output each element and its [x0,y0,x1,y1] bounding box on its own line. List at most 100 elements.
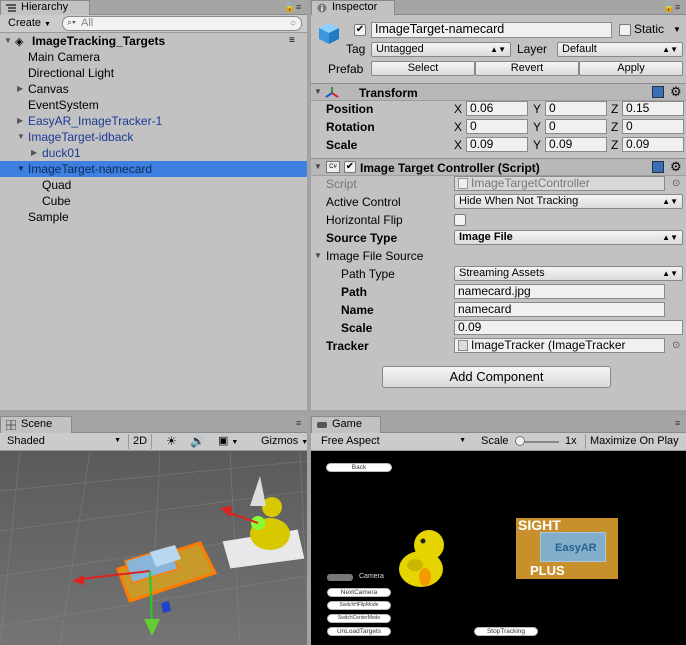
shading-dropdown[interactable]: Shaded ▼ [3,434,123,449]
z-label[interactable]: Z [611,136,618,154]
switch-hflip-button[interactable]: SwitchHFlipMode [327,601,391,610]
name-field[interactable]: namecard [454,302,665,317]
book-icon[interactable] [652,86,664,98]
foldout-open-icon[interactable]: ▼ [314,162,322,171]
camera-toggle[interactable] [327,574,353,581]
maximize-on-play-toggle[interactable]: Maximize On Play [585,434,683,449]
gizmos-dropdown[interactable]: Gizmos ▼ [257,434,307,449]
hierarchy-item[interactable]: Main Camera [0,49,307,65]
rotation-x-field[interactable]: 0 [466,119,528,134]
panel-menu-icon[interactable]: ≡ [296,418,302,428]
foldout-open-icon[interactable]: ▼ [17,161,25,177]
panel-menu-icon[interactable]: ≡ [675,2,681,12]
object-picker-icon[interactable]: ⊙ [672,337,680,355]
foldout-open-icon[interactable]: ▼ [314,247,322,265]
stop-tracking-button[interactable]: StopTracking [474,627,538,636]
gear-icon[interactable]: ⚙ [670,84,682,100]
z-label[interactable]: Z [611,118,618,136]
foldout-open-icon[interactable]: ▼ [314,87,322,96]
position-z-field[interactable]: 0.15 [622,101,684,116]
scene-menu-icon[interactable]: ≡ [289,33,295,49]
search-field[interactable]: ⌕▾ All ○ [62,16,302,31]
target-scale-field[interactable]: 0.09 [454,320,683,335]
x-label[interactable]: X [454,136,462,154]
foldout-closed-icon[interactable]: ▶ [31,145,37,161]
object-name-field[interactable]: ImageTarget-namecard [371,22,612,38]
game-viewport[interactable]: Back SIGHT EasyAR PLUS Camera NextCamera… [311,451,686,645]
switch-center-button[interactable]: SwitchCenterMode [327,614,391,623]
2d-toggle[interactable]: 2D [128,434,153,449]
source-type-dropdown[interactable]: Image File ▲▼ [454,230,683,245]
y-label[interactable]: Y [533,118,541,136]
scene-root-row[interactable]: ▼ ◈ ImageTracking_Targets ≡ [0,33,307,49]
audio-toggle-icon[interactable]: 🔊 [186,434,209,449]
position-y-field[interactable]: 0 [545,101,607,116]
gear-icon[interactable]: ⚙ [670,159,682,175]
lighting-toggle-icon[interactable]: ☀ [162,434,181,449]
hierarchy-item[interactable]: ▶ duck01 [0,145,307,161]
z-label[interactable]: Z [611,100,618,118]
tracker-field[interactable]: ImageTracker (ImageTracker [454,338,665,353]
unload-targets-button[interactable]: UnLoadTargets [327,627,391,636]
tab-game[interactable]: Game [311,416,381,433]
foldout-open-icon[interactable]: ▼ [17,129,25,145]
tab-inspector[interactable]: Inspector [311,0,395,15]
tab-hierarchy[interactable]: Hierarchy [0,0,90,15]
scale-slider[interactable] [515,436,559,446]
lock-icon[interactable]: 🔒 [284,2,296,13]
search-clear-icon[interactable]: ○ [290,17,296,30]
lock-icon[interactable]: 🔒 [663,2,675,13]
component-enabled-checkbox[interactable]: ✔ [344,161,356,173]
foldout-open-icon[interactable]: ▼ [4,33,12,49]
scene-viewport[interactable] [0,450,307,645]
layer-dropdown[interactable]: Default ▲▼ [557,42,683,57]
panel-menu-icon[interactable]: ≡ [296,2,302,12]
active-control-dropdown[interactable]: Hide When Not Tracking ▲▼ [454,194,683,209]
controller-header[interactable]: ▼ C# ✔ Image Target Controller (Script) … [311,158,686,176]
hierarchy-item[interactable]: EventSystem [0,97,307,113]
hierarchy-item[interactable]: ▶ Canvas [0,81,307,97]
hierarchy-item-selected[interactable]: ▼ ImageTarget-namecard [0,161,307,177]
add-component-button[interactable]: Add Component [382,366,611,388]
rotation-z-field[interactable]: 0 [622,119,684,134]
static-dropdown-icon[interactable]: ▼ [673,25,681,34]
rotation-y-field[interactable]: 0 [545,119,607,134]
scale-z-field[interactable]: 0.09 [622,137,684,152]
effects-dropdown-icon[interactable]: ▣ ▼ [214,434,242,449]
prefab-apply-button[interactable]: Apply [579,61,683,76]
tab-scene[interactable]: Scene [0,416,72,433]
position-x-field[interactable]: 0.06 [466,101,528,116]
static-checkbox[interactable] [619,24,631,36]
scale-x-field[interactable]: 0.09 [466,137,528,152]
foldout-closed-icon[interactable]: ▶ [17,81,23,97]
prefab-select-button[interactable]: Select [371,61,475,76]
hierarchy-item[interactable]: Directional Light [0,65,307,81]
y-label[interactable]: Y [533,136,541,154]
hierarchy-item[interactable]: ▶ EasyAR_ImageTracker-1 [0,113,307,129]
hierarchy-item[interactable]: Sample [0,209,307,225]
hierarchy-item[interactable]: ▼ ImageTarget-idback [0,129,307,145]
active-checkbox[interactable]: ✔ [354,24,366,36]
x-label[interactable]: X [454,118,462,136]
hierarchy-item[interactable]: Quad [0,177,307,193]
back-button[interactable]: Back [326,463,392,472]
aspect-dropdown[interactable]: Free Aspect ▼ [317,434,470,449]
tag-dropdown[interactable]: Untagged ▲▼ [371,42,511,57]
object-picker-icon[interactable]: ⊙ [672,175,680,193]
path-field[interactable]: namecard.jpg [454,284,665,299]
create-button[interactable]: Create ▼ [4,16,55,31]
next-camera-button[interactable]: NextCamera [327,588,391,597]
prefab-revert-button[interactable]: Revert [475,61,579,76]
book-icon[interactable] [652,161,664,173]
horizontal-flip-checkbox[interactable] [454,214,466,226]
foldout-closed-icon[interactable]: ▶ [17,113,23,129]
panel-menu-icon[interactable]: ≡ [675,418,681,428]
scale-y-field[interactable]: 0.09 [545,137,607,152]
x-label[interactable]: X [454,100,462,118]
hierarchy-item[interactable]: Cube [0,193,307,209]
path-type-dropdown[interactable]: Streaming Assets ▲▼ [454,266,683,281]
image-file-source-row[interactable]: ▼ Image File Source [311,247,686,265]
scale-slider-thumb[interactable] [515,436,525,446]
y-label[interactable]: Y [533,100,541,118]
transform-header[interactable]: ▼ Transform ⚙ [311,83,686,101]
